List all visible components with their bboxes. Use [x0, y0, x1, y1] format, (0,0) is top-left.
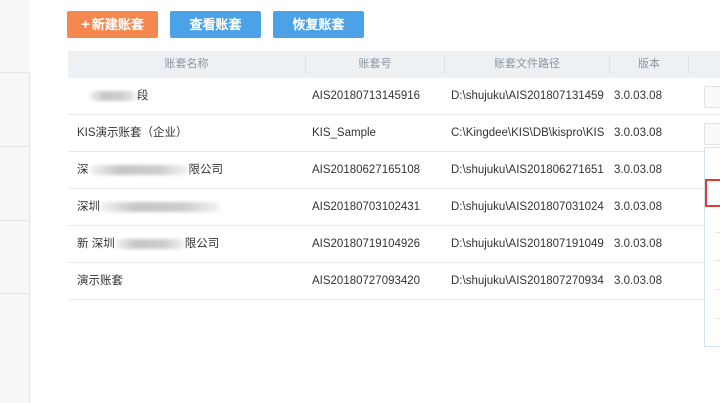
table-row[interactable]: KIS演示账套（企业） KIS_Sample C:\Kingdee\KIS\DB… — [68, 115, 720, 152]
highlighted-option[interactable] — [705, 179, 720, 207]
cell-version: 3.0.03.08 — [614, 238, 662, 250]
column-separator — [688, 55, 689, 74]
column-header-code: 账套号 — [358, 58, 392, 70]
cell-file-path: D:\shujuku\AIS201807131459 — [451, 90, 604, 102]
redacted-text — [88, 164, 189, 175]
cell-version: 3.0.03.08 — [614, 275, 662, 287]
cell-account-code: AIS20180627165108 — [312, 164, 421, 176]
cell-account-code: KIS_Sample — [312, 127, 376, 139]
cell-account-code: AIS20180703102431 — [312, 201, 421, 213]
redacted-text — [114, 238, 185, 249]
table-row[interactable]: 演示账套 AIS20180727093420 D:\shujuku\AIS201… — [68, 263, 720, 300]
row-action-button[interactable] — [704, 86, 720, 108]
table-row[interactable]: 段 AIS20180713145916 D:\shujuku\AIS201807… — [68, 78, 720, 115]
redacted-text — [100, 201, 220, 212]
column-header-name: 账套名称 — [164, 58, 209, 70]
cell-file-path: D:\shujuku\AIS201807191049 — [451, 238, 604, 250]
plus-icon: + — [81, 16, 90, 33]
cell-name-prefix: 深 — [77, 164, 89, 176]
table-row[interactable]: 深圳 AIS20180703102431 D:\shujuku\AIS20180… — [68, 189, 720, 226]
cell-name-prefix: 新 深圳 — [77, 238, 115, 250]
cell-account-name: 演示账套 — [77, 275, 123, 287]
row-action-button[interactable] — [704, 123, 720, 145]
option-divider — [715, 232, 720, 233]
cell-name-suffix: 段 — [137, 90, 149, 102]
cell-version: 3.0.03.08 — [614, 90, 662, 102]
cell-name-suffix: 限公司 — [184, 238, 220, 250]
nav-border — [29, 72, 30, 403]
cell-account-code: AIS20180719104926 — [312, 238, 421, 250]
option-divider — [715, 318, 720, 319]
cell-account-code: AIS20180713145916 — [312, 90, 421, 102]
cell-account-name: KIS演示账套（企业） — [77, 127, 188, 139]
dropdown-panel[interactable] — [704, 147, 720, 347]
cell-name-suffix: 限公司 — [188, 164, 224, 176]
table-row[interactable]: 深 限公司 AIS20180627165108 D:\shujuku\AIS201… — [68, 152, 720, 189]
option-divider — [715, 260, 720, 261]
cell-name-prefix: 深圳 — [77, 201, 100, 213]
cell-account-name: 新 深圳 限公司 — [77, 226, 305, 262]
cell-file-path: D:\shujuku\AIS201807031024 — [451, 201, 604, 213]
redacted-text — [89, 90, 137, 101]
cell-account-code: AIS20180727093420 — [312, 275, 421, 287]
cell-file-path: D:\shujuku\AIS201806271651 — [451, 164, 604, 176]
cell-account-name: 深 限公司 — [77, 152, 305, 188]
account-set-table: 账套名称 账套号 账套文件路径 版本 段 AIS20180713145916 D… — [68, 51, 720, 300]
cell-file-path: C:\Kingdee\KIS\DB\kispro\KIS — [451, 127, 605, 139]
new-account-set-button[interactable]: + 新建账套 — [67, 11, 158, 38]
cell-version: 3.0.03.08 — [614, 127, 662, 139]
nav-divider — [0, 293, 30, 294]
cell-version: 3.0.03.08 — [614, 164, 662, 176]
cell-file-path: D:\shujuku\AIS201807270934 — [451, 275, 604, 287]
nav-divider — [0, 72, 30, 73]
cell-account-name: 深圳 — [77, 189, 305, 225]
table-row[interactable]: 新 深圳 限公司 AIS20180719104926 D:\shujuku\AIS… — [68, 226, 720, 263]
cell-version: 3.0.03.08 — [614, 201, 662, 213]
restore-account-set-button[interactable]: 恢复账套 — [273, 11, 364, 38]
left-nav-panel — [0, 0, 30, 403]
option-divider — [715, 289, 720, 290]
nav-divider — [0, 220, 30, 221]
nav-divider — [0, 146, 30, 147]
column-header-path: 账套文件路径 — [494, 58, 560, 70]
new-account-set-label: 新建账套 — [91, 17, 144, 32]
cell-account-name: 段 — [77, 78, 305, 114]
column-header-version: 版本 — [638, 58, 660, 70]
table-header: 账套名称 账套号 账套文件路径 版本 — [68, 51, 720, 78]
view-account-set-button[interactable]: 查看账套 — [170, 11, 261, 38]
